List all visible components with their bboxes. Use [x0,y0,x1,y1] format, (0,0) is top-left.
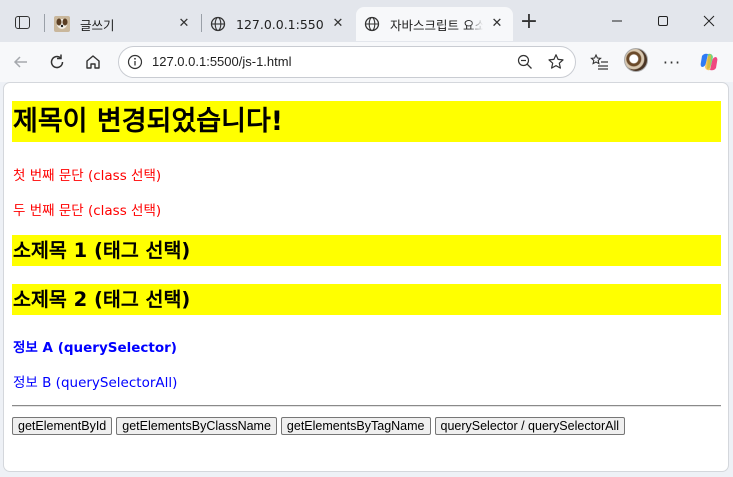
page-viewport: 제목이 변경되었습니다! 첫 번째 문단 (class 선택) 두 번째 문단 … [3,82,729,472]
copilot-icon [700,53,718,71]
home-icon [86,55,100,69]
tab-separator [44,14,45,32]
maximize-icon [658,16,668,26]
query-selector-button[interactable]: querySelector / querySelectorAll [434,417,626,435]
class-paragraph-1: 첫 번째 문단 (class 선택) [13,168,162,184]
home-button[interactable] [80,49,106,75]
globe-icon [210,16,226,32]
address-bar[interactable]: 127.0.0.1:5500/js-1.html [118,46,576,78]
tab-title: 127.0.0.1:5500/js- [236,16,324,32]
arrow-left-icon [13,56,27,68]
tab-title: 자바스크립트 요소 [390,17,483,33]
tab-write[interactable]: 글쓰기 ✕ [46,7,200,41]
method-button-row: getElementById getElementsByClassName ge… [12,417,626,435]
refresh-button[interactable] [44,49,70,75]
subheading-1: 소제목 1 (태그 선택) [12,235,721,266]
close-tab-icon[interactable]: ✕ [330,16,346,32]
class-paragraph-2: 두 번째 문단 (class 선택) [13,203,162,219]
favorites-list-icon [590,53,608,70]
page-title: 제목이 변경되었습니다! [12,101,721,142]
info-b: 정보 B (querySelectorAll) [13,375,178,391]
more-button[interactable]: ··· [659,49,685,75]
info-icon[interactable] [127,54,143,70]
close-tab-icon[interactable]: ✕ [176,16,192,32]
more-icon: ··· [662,52,682,72]
close-window-button[interactable] [689,6,729,36]
star-icon[interactable] [547,53,565,71]
maximize-button[interactable] [643,6,683,36]
minimize-icon [612,20,622,22]
address-url[interactable]: 127.0.0.1:5500/js-1.html [152,54,291,69]
tab-localhost[interactable]: 127.0.0.1:5500/js- ✕ [202,7,354,41]
tab-actions-button[interactable] [8,9,36,35]
close-tab-icon[interactable]: ✕ [489,16,505,32]
browser-toolbar: 127.0.0.1:5500/js-1.html ··· [0,42,733,82]
dog-favicon-icon [54,16,70,32]
get-elements-by-class-name-button[interactable]: getElementsByClassName [116,417,277,435]
tab-js-elements[interactable]: 자바스크립트 요소 ✕ [356,7,513,41]
zoom-out-icon[interactable] [517,54,533,70]
info-a: 정보 A (querySelector) [13,340,177,356]
globe-icon [364,16,380,32]
copilot-button[interactable] [696,49,722,75]
back-button[interactable] [8,49,34,75]
tab-actions-icon [14,15,30,29]
subheading-2: 소제목 2 (태그 선택) [12,284,721,315]
divider [12,405,721,407]
profile-avatar[interactable] [624,48,648,72]
get-element-by-id-button[interactable]: getElementById [12,417,113,435]
minimize-button[interactable] [597,6,637,36]
tab-strip: 글쓰기 ✕ 127.0.0.1:5500/js- ✕ 자바스크립트 요소 ✕ + [0,0,733,42]
favorites-button[interactable] [587,49,613,75]
tab-title: 글쓰기 [80,17,115,33]
new-tab-button[interactable]: + [517,11,541,35]
get-elements-by-tag-name-button[interactable]: getElementsByTagName [280,417,431,435]
close-icon [703,15,715,27]
refresh-icon [50,54,64,69]
